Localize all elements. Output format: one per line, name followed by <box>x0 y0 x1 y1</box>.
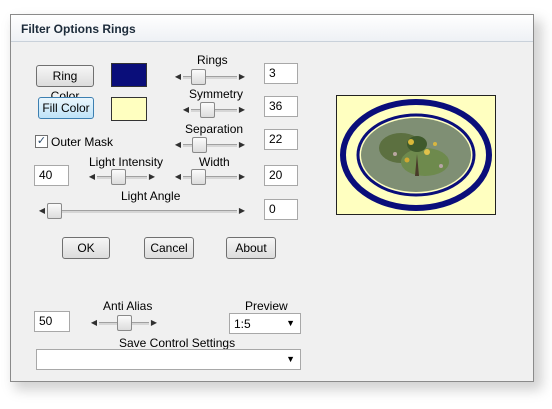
slider-thumb[interactable] <box>190 69 206 85</box>
light-angle-label: Light Angle <box>121 189 181 203</box>
chevron-down-icon: ▼ <box>286 318 295 328</box>
rings-preview-graphic <box>337 96 495 214</box>
ring-color-swatch[interactable] <box>111 63 147 87</box>
save-control-settings-label: Save Control Settings <box>119 336 236 350</box>
width-value-input[interactable]: 20 <box>264 165 298 186</box>
outer-mask-label: Outer Mask <box>51 135 114 149</box>
symmetry-label: Symmetry <box>189 87 243 101</box>
light-intensity-value-input[interactable]: 40 <box>34 165 69 186</box>
symmetry-value-input[interactable]: 36 <box>264 96 298 117</box>
preview-image <box>336 95 496 215</box>
left-arrow-icon[interactable]: ◀ <box>173 70 183 84</box>
about-button[interactable]: About <box>226 237 276 259</box>
left-arrow-icon[interactable]: ◀ <box>89 316 99 330</box>
separation-slider[interactable]: ◀ ▶ <box>173 137 247 153</box>
slider-thumb[interactable] <box>190 169 206 185</box>
left-arrow-icon[interactable]: ◀ <box>173 170 183 184</box>
left-arrow-icon[interactable]: ◀ <box>173 138 183 152</box>
separation-value-input[interactable]: 22 <box>264 129 298 150</box>
width-label: Width <box>199 155 230 169</box>
left-arrow-icon[interactable]: ◀ <box>37 204 47 218</box>
rings-label: Rings <box>197 53 228 67</box>
right-arrow-icon[interactable]: ▶ <box>237 204 247 218</box>
anti-alias-slider[interactable]: ◀ ▶ <box>89 315 159 331</box>
ring-color-button[interactable]: Ring Color <box>36 65 94 103</box>
slider-track <box>47 210 237 213</box>
ok-button[interactable]: OK <box>62 237 110 259</box>
slider-thumb[interactable] <box>116 315 132 331</box>
anti-alias-label: Anti Alias <box>103 299 153 313</box>
right-arrow-icon[interactable]: ▶ <box>147 170 157 184</box>
cancel-button[interactable]: Cancel <box>144 237 194 259</box>
preview-scale-value: 1:5 <box>234 317 251 331</box>
window-title: Filter Options Rings <box>21 22 136 36</box>
light-intensity-label: Light Intensity <box>89 155 164 169</box>
slider-thumb[interactable] <box>47 203 62 219</box>
rings-slider[interactable]: ◀ ▶ <box>173 69 247 85</box>
fill-color-swatch[interactable] <box>111 97 147 121</box>
anti-alias-value-input[interactable]: 50 <box>34 311 70 332</box>
outer-mask-checkbox[interactable]: ✓ <box>35 135 48 148</box>
right-arrow-icon[interactable]: ▶ <box>149 316 159 330</box>
rings-value-input[interactable]: 3 <box>264 63 298 84</box>
light-angle-slider[interactable]: ◀ ▶ <box>37 203 247 219</box>
preview-scale-select[interactable]: 1:5 ▼ <box>229 313 301 334</box>
width-slider[interactable]: ◀ ▶ <box>173 169 247 185</box>
light-angle-value-input[interactable]: 0 <box>264 199 298 220</box>
slider-thumb[interactable] <box>111 169 126 185</box>
fill-color-button[interactable]: Fill Color <box>38 97 94 119</box>
light-intensity-slider[interactable]: ◀ ▶ <box>87 169 157 185</box>
title-bar[interactable]: Filter Options Rings <box>11 15 533 42</box>
symmetry-slider[interactable]: ◀ ▶ <box>181 102 247 118</box>
right-arrow-icon[interactable]: ▶ <box>237 103 247 117</box>
filter-options-dialog: Filter Options Rings Ring Color Rings ◀ … <box>10 14 534 382</box>
left-arrow-icon[interactable]: ◀ <box>87 170 97 184</box>
right-arrow-icon[interactable]: ▶ <box>237 170 247 184</box>
left-arrow-icon[interactable]: ◀ <box>181 103 191 117</box>
slider-thumb[interactable] <box>200 102 216 118</box>
chevron-down-icon: ▼ <box>286 354 295 364</box>
right-arrow-icon[interactable]: ▶ <box>237 138 247 152</box>
save-control-settings-select[interactable]: ▼ <box>36 349 301 370</box>
right-arrow-icon[interactable]: ▶ <box>237 70 247 84</box>
slider-thumb[interactable] <box>191 137 207 153</box>
preview-label: Preview <box>245 299 288 313</box>
separation-label: Separation <box>185 122 244 136</box>
